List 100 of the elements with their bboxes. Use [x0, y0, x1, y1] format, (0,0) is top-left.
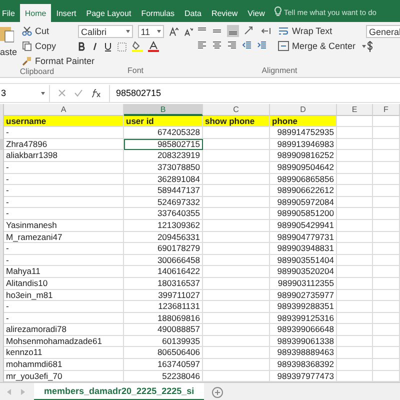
ribbon-tab[interactable]: Home — [20, 4, 52, 22]
lightbulb-icon — [274, 6, 282, 17]
align-left-icon[interactable] — [197, 40, 207, 50]
shrink-font-icon[interactable] — [184, 26, 193, 36]
table-cell: 989902735977 — [270, 290, 337, 302]
table-cell — [373, 127, 400, 139]
grow-font-icon[interactable] — [169, 26, 179, 36]
decrease-indent-icon[interactable] — [242, 40, 252, 50]
table-cell — [337, 208, 373, 220]
font-name-dropdown[interactable]: Calibri — [78, 25, 133, 38]
align-center-icon[interactable] — [212, 40, 222, 50]
name-box[interactable]: 3 — [0, 84, 50, 102]
table-cell — [337, 266, 373, 278]
table-cell: 524697332 — [124, 196, 203, 208]
column-header[interactable]: B — [124, 104, 203, 116]
paste-button[interactable]: aste — [0, 25, 18, 67]
table-cell: M_ramezani47 — [4, 232, 124, 244]
table-cell: 121309362 — [124, 220, 203, 232]
column-header[interactable]: E — [337, 104, 373, 116]
ribbon-tab[interactable]: Insert — [51, 4, 82, 22]
ribbon-tab[interactable]: Data — [180, 4, 206, 22]
scissors-icon — [22, 26, 32, 36]
table-cell — [373, 116, 400, 128]
add-sheet-icon[interactable] — [212, 386, 224, 398]
table-cell: Zhra47896 — [4, 138, 124, 150]
table-cell — [203, 138, 270, 150]
bold-icon[interactable] — [78, 42, 86, 51]
underline-icon[interactable] — [104, 42, 112, 52]
table-cell: 337640355 — [124, 208, 203, 220]
currency-icon[interactable] — [366, 41, 374, 52]
formula-field[interactable]: 985802715 — [109, 84, 400, 102]
copy-button[interactable]: Copy — [22, 40, 95, 52]
table-cell — [203, 301, 270, 313]
table-cell — [203, 347, 270, 360]
table-cell — [373, 162, 400, 174]
table-cell: - — [4, 162, 124, 174]
table-cell: Mohsenmohamadzade61 — [4, 336, 124, 348]
ribbon-tab[interactable]: Review — [206, 4, 243, 22]
table-cell — [373, 301, 400, 313]
table-cell — [373, 312, 400, 324]
format-painter-button[interactable]: Format Painter — [22, 55, 95, 67]
table-cell: 989906622612 — [270, 185, 337, 197]
borders-icon[interactable] — [117, 42, 127, 52]
table-cell: 989398889463 — [270, 347, 337, 360]
table-cell: ho3ein_m81 — [4, 290, 124, 302]
copy-icon — [22, 41, 32, 51]
table-cell — [337, 150, 373, 162]
align-bottom-icon[interactable] — [227, 25, 239, 37]
table-cell — [337, 301, 373, 313]
wrap-text-button[interactable]: Wrap Text — [278, 25, 366, 37]
brush-icon — [22, 56, 32, 66]
font-size-dropdown[interactable]: 11 — [138, 25, 164, 38]
table-cell — [373, 196, 400, 208]
column-header[interactable]: F — [373, 104, 400, 116]
insert-function-icon[interactable] — [91, 88, 101, 98]
table-cell: - — [4, 174, 124, 186]
table-cell: 985802715 — [124, 138, 203, 150]
table-cell: 208323919 — [124, 150, 203, 162]
table-cell: 490088857 — [124, 324, 203, 336]
table-cell: 399711027 — [124, 290, 203, 302]
table-cell — [337, 185, 373, 197]
table-cell: 690178279 — [124, 243, 203, 255]
table-cell — [373, 208, 400, 220]
table-cell — [337, 254, 373, 266]
increase-indent-icon[interactable] — [257, 40, 267, 50]
table-cell — [203, 312, 270, 324]
italic-icon[interactable] — [91, 42, 99, 51]
table-cell — [203, 243, 270, 255]
ribbon-tab[interactable]: Page Layout — [81, 4, 136, 22]
table-cell: 989903112355 — [270, 278, 337, 290]
column-header[interactable]: C — [203, 104, 270, 116]
table-cell: Mahya11 — [4, 266, 124, 278]
ribbon-tab[interactable]: View — [242, 4, 270, 22]
font-color-icon[interactable] — [148, 41, 159, 52]
table-cell: 373078850 — [124, 162, 203, 174]
ribbon-tab[interactable]: Formulas — [136, 4, 180, 22]
table-cell — [337, 138, 373, 150]
table-cell — [373, 266, 400, 278]
merge-center-button[interactable]: Merge & Center — [278, 40, 366, 52]
column-header[interactable]: A — [4, 104, 124, 116]
table-cell — [203, 232, 270, 244]
table-cell: 188069816 — [124, 312, 203, 324]
ribbon-tab[interactable]: File — [0, 4, 20, 22]
table-cell: mohammdi681 — [4, 359, 124, 371]
table-cell — [337, 116, 373, 128]
align-right-icon[interactable] — [227, 40, 237, 50]
table-cell: 209456331 — [124, 232, 203, 244]
table-cell: 989904779731 — [270, 232, 337, 244]
table-cell: 806506406 — [124, 347, 203, 360]
table-cell: 989399061338 — [270, 336, 337, 348]
sheet-tab[interactable]: members_damadr20_2225_2225_si — [34, 383, 204, 400]
table-cell: 989903551404 — [270, 254, 337, 266]
right-to-left-icon[interactable] — [261, 26, 273, 36]
table-cell: 989914752935 — [270, 127, 337, 139]
fill-color-icon[interactable] — [132, 41, 143, 52]
table-cell — [337, 336, 373, 348]
table-cell — [203, 254, 270, 266]
table-cell — [203, 127, 270, 139]
table-cell — [203, 266, 270, 278]
column-header[interactable]: D — [270, 104, 337, 116]
